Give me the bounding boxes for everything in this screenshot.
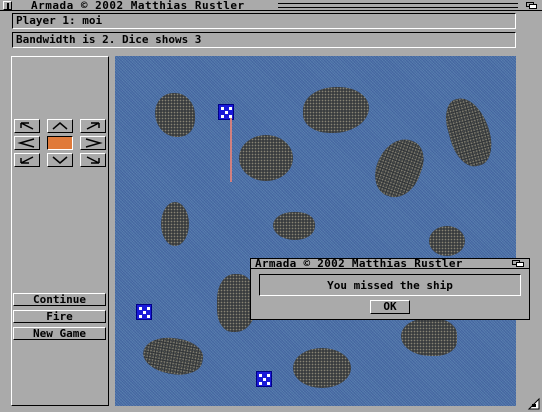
dialog-title-bar[interactable]: Armada © 2002 Matthias Rustler: [251, 257, 529, 270]
rock: [440, 93, 498, 171]
rock: [155, 93, 195, 137]
arrow-up-right-icon: [86, 122, 100, 130]
message-dialog: Armada © 2002 Matthias Rustler You misse…: [250, 257, 530, 320]
shot-trajectory: [230, 118, 232, 182]
arrow-up-left-icon: [20, 122, 34, 130]
player-status-text: Player 1: moi: [16, 14, 103, 27]
ship[interactable]: [256, 371, 272, 387]
dialog-message: You missed the ship: [327, 279, 453, 292]
window-title: Armada © 2002 Matthias Rustler: [31, 0, 245, 12]
armada-window: Armada © 2002 Matthias Rustler Player 1:…: [0, 0, 542, 412]
arrow-left-icon: [17, 138, 35, 148]
title-bar[interactable]: Armada © 2002 Matthias Rustler: [0, 0, 542, 12]
ok-button[interactable]: OK: [370, 300, 410, 314]
arrow-down-left-icon: [20, 156, 34, 164]
up-right-button[interactable]: [80, 119, 106, 133]
rock: [368, 132, 430, 204]
dialog-depth-icon[interactable]: [511, 260, 526, 268]
new-game-button[interactable]: New Game: [13, 327, 106, 340]
bandwidth-status: Bandwidth is 2. Dice shows 3: [12, 32, 516, 48]
rock: [239, 135, 293, 181]
control-panel: [11, 56, 109, 406]
title-drag-stripes[interactable]: [278, 3, 518, 8]
arrow-down-right-icon: [86, 156, 100, 164]
bandwidth-status-text: Bandwidth is 2. Dice shows 3: [16, 33, 202, 46]
player-status: Player 1: moi: [12, 13, 516, 29]
rock: [429, 226, 465, 256]
arrow-down-icon: [52, 156, 68, 164]
game-map[interactable]: [115, 56, 516, 406]
ship[interactable]: [136, 304, 152, 320]
up-left-button[interactable]: [14, 119, 40, 133]
fire-button[interactable]: Fire: [13, 310, 106, 323]
rock: [293, 348, 351, 388]
rock: [303, 87, 369, 133]
rock: [161, 202, 189, 246]
dialog-message-box: You missed the ship: [259, 274, 521, 296]
close-icon[interactable]: [3, 1, 12, 10]
rock: [273, 212, 315, 240]
arrow-right-icon: [85, 138, 103, 148]
rock: [140, 333, 206, 379]
up-button[interactable]: [47, 119, 73, 133]
continue-button[interactable]: Continue: [13, 293, 106, 306]
depth-arrange-icon[interactable]: [524, 1, 540, 10]
down-left-button[interactable]: [14, 153, 40, 167]
resize-icon[interactable]: [527, 397, 541, 411]
left-button[interactable]: [14, 136, 40, 150]
down-right-button[interactable]: [80, 153, 106, 167]
down-button[interactable]: [47, 153, 73, 167]
dialog-title: Armada © 2002 Matthias Rustler: [255, 257, 463, 270]
arrow-up-icon: [52, 122, 68, 130]
right-button[interactable]: [80, 136, 106, 150]
selected-direction-indicator[interactable]: [47, 136, 73, 150]
rock: [401, 318, 457, 356]
